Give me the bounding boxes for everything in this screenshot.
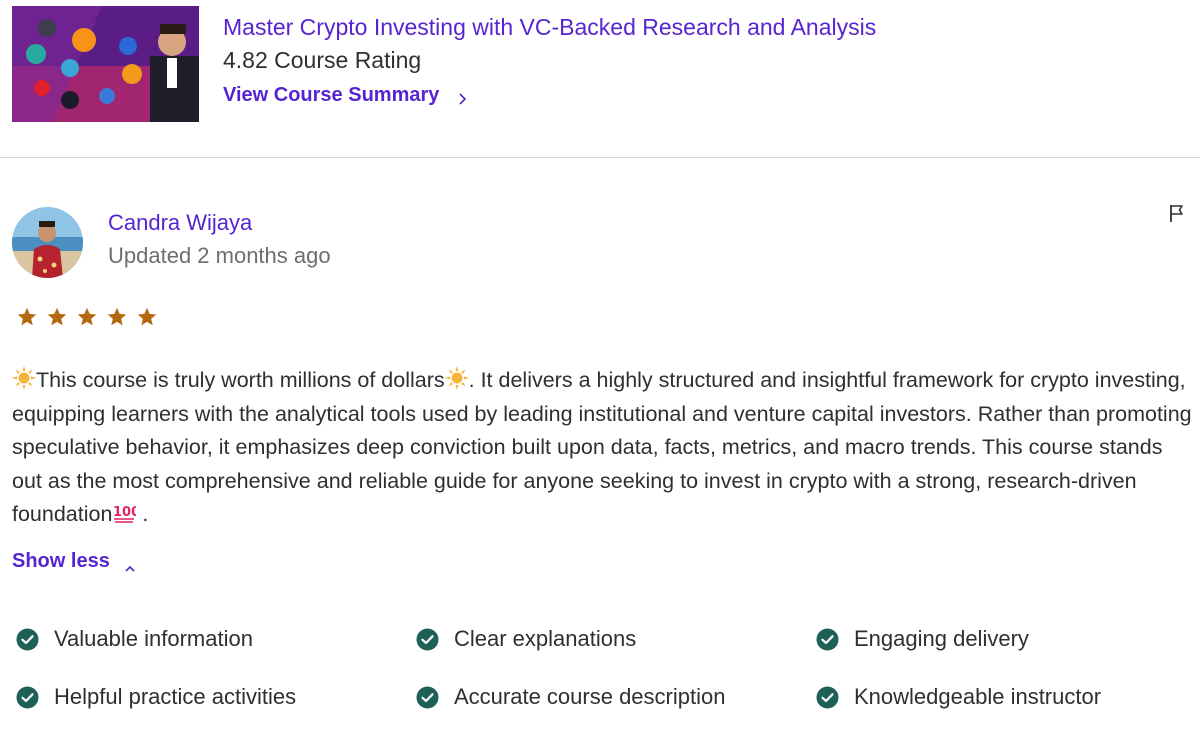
show-less-label: Show less bbox=[12, 550, 110, 572]
review-updated-time: Updated 2 months ago bbox=[108, 243, 331, 268]
check-circle-icon bbox=[816, 686, 839, 709]
check-circle-icon bbox=[816, 628, 839, 651]
review-tag-label: Valuable information bbox=[54, 626, 253, 651]
sun-emoji-icon bbox=[444, 366, 469, 390]
check-circle-icon bbox=[416, 628, 439, 651]
review-tag: Engaging delivery bbox=[816, 626, 1029, 652]
chevron-right-icon bbox=[457, 89, 469, 105]
course-title[interactable]: Master Crypto Investing with VC-Backed R… bbox=[223, 14, 876, 41]
review-tag: Valuable information bbox=[16, 626, 253, 652]
review-tag: Accurate course description bbox=[416, 684, 725, 710]
star-icon bbox=[76, 306, 98, 328]
review-tag: Clear explanations bbox=[416, 626, 636, 652]
star-icon bbox=[46, 306, 68, 328]
review-tag-label: Knowledgeable instructor bbox=[854, 684, 1102, 709]
star-icon bbox=[136, 306, 158, 328]
check-circle-icon bbox=[416, 686, 439, 709]
review-tag-label: Clear explanations bbox=[454, 626, 637, 651]
review-tag-label: Engaging delivery bbox=[854, 626, 1029, 651]
check-circle-icon bbox=[16, 628, 39, 651]
star-icon bbox=[16, 306, 38, 328]
review-tag: Helpful practice activities bbox=[16, 684, 296, 710]
review-text-part-1: This course is truly worth millions of d… bbox=[36, 368, 445, 392]
course-thumbnail[interactable] bbox=[12, 6, 199, 122]
sun-emoji-icon bbox=[12, 366, 36, 390]
review-text-part-3: . bbox=[136, 502, 149, 526]
hundred-points-emoji-icon: 100 bbox=[112, 500, 141, 524]
svg-text:100: 100 bbox=[113, 505, 136, 520]
flag-icon[interactable] bbox=[1166, 202, 1188, 224]
star-rating bbox=[16, 306, 158, 328]
review-tag-label: Helpful practice activities bbox=[54, 684, 297, 709]
chevron-up-icon bbox=[124, 557, 136, 572]
course-rating: 4.82 Course Rating bbox=[223, 47, 422, 73]
review-tag-label: Accurate course description bbox=[454, 684, 726, 709]
review-tag: Knowledgeable instructor bbox=[816, 684, 1101, 710]
check-circle-icon bbox=[16, 686, 39, 709]
view-course-summary-link[interactable]: View Course Summary bbox=[223, 84, 469, 107]
view-course-summary-label: View Course Summary bbox=[223, 84, 440, 106]
review-text: This course is truly worth millions of d… bbox=[12, 364, 1192, 532]
star-icon bbox=[106, 306, 128, 328]
show-less-button[interactable]: Show less bbox=[12, 550, 136, 573]
reviewer-name[interactable]: Candra Wijaya bbox=[108, 210, 252, 236]
course-header: Master Crypto Investing with VC-Backed R… bbox=[0, 0, 1200, 158]
avatar[interactable] bbox=[12, 207, 83, 278]
